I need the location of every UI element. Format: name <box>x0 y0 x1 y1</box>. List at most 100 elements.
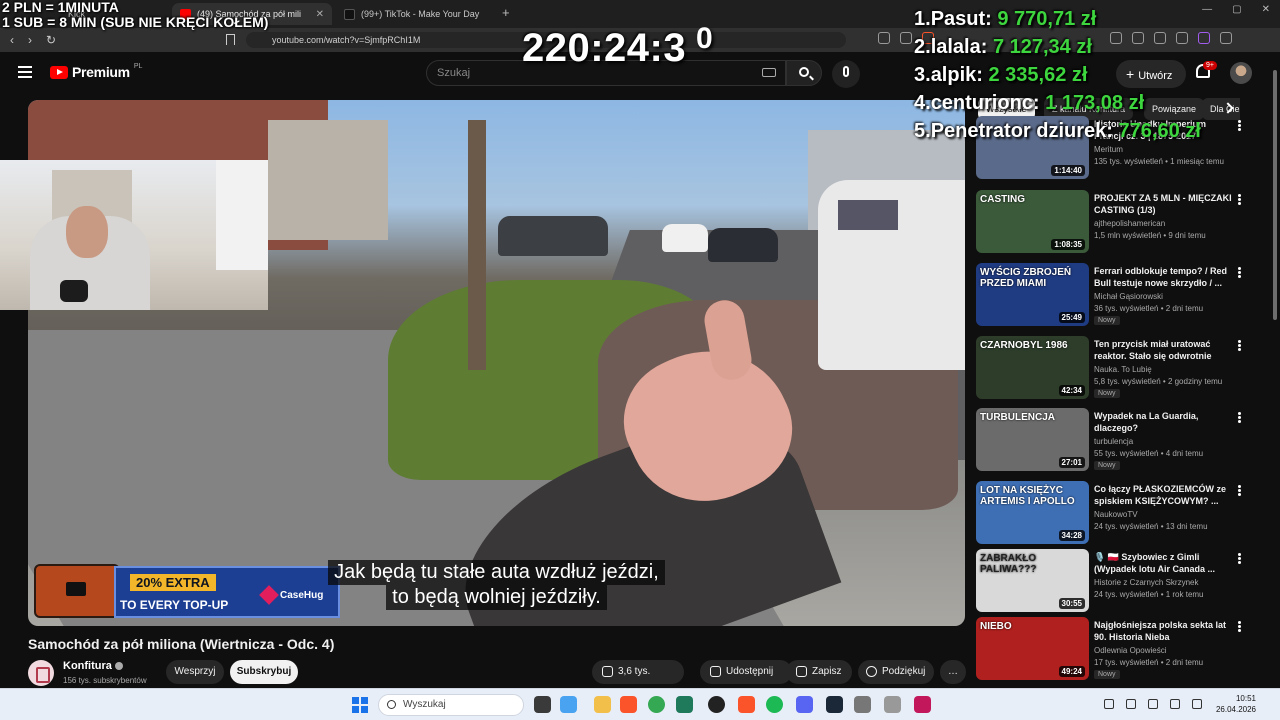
forward-icon[interactable]: › <box>28 33 32 47</box>
webcam-fridge <box>216 160 268 270</box>
recommendation-item[interactable]: LOT NA KSIĘŻYC ARTEMIS I APOLLO 34:28 Co ł… <box>976 481 1272 547</box>
hamburger-menu-icon[interactable] <box>18 66 32 78</box>
recommendation-channel[interactable]: Historie z Czarnych Skrzynek <box>1094 578 1198 587</box>
clock-date: 26.04.2026 <box>1215 705 1256 714</box>
recommendation-title[interactable]: PROJEKT ZA 5 MLN - MIĘCZAKI CASTING (1/3… <box>1094 192 1232 216</box>
recommendation-thumbnail[interactable]: CASTING 1:08:35 <box>976 190 1089 253</box>
windows-start-icon[interactable] <box>352 697 368 713</box>
recommendation-thumbnail[interactable]: LOT NA KSIĘŻYC ARTEMIS I APOLLO 34:28 <box>976 481 1089 544</box>
video-scene-tree <box>468 120 486 370</box>
chrome-icon[interactable] <box>648 696 665 713</box>
recommendation-stats: 24 tys. wyświetleń • 13 dni temu <box>1094 522 1208 531</box>
youtube-logo[interactable]: Premium PL <box>50 63 142 80</box>
recommendation-item[interactable]: NIEBO 49:24 Najgłośniejsza polska sekta la… <box>976 617 1272 683</box>
recommendation-thumbnail[interactable]: WYŚCIG ZBROJEŃ PRZED MIAMI 25:49 <box>976 263 1089 326</box>
recommendation-item[interactable]: CASTING 1:08:35 PROJEKT ZA 5 MLN - MIĘCZAK… <box>976 190 1272 256</box>
mic-icon <box>843 66 849 77</box>
share-button[interactable]: Udostępnij <box>700 660 792 684</box>
recommendation-item[interactable]: TURBULENCJA 27:01 Wypadek na La Guardia, d… <box>976 408 1272 474</box>
tab-tiktok[interactable]: (99+) TikTok - Make Your Day <box>336 3 496 25</box>
discord-icon[interactable] <box>796 696 813 713</box>
recommendation-item[interactable]: ZABRAKŁO PALIWA??? 30:55 🎙️ 🇵🇱 Szybowiec z… <box>976 549 1272 615</box>
leaderboard-row: 4.centurionc: 1 173,08 zł <box>914 92 1145 114</box>
copilot-icon[interactable] <box>560 696 577 713</box>
recommendation-channel[interactable]: Nauka. To Lubię <box>1094 365 1152 374</box>
leaderboard-row: 5.Penetrator dziurek: 776,60 zł <box>914 120 1201 142</box>
recommendation-title[interactable]: 🎙️ 🇵🇱 Szybowiec z Gimli (Wypadek lotu Ai… <box>1094 551 1232 575</box>
recommendation-channel[interactable]: Michał Gąsiorowski <box>1094 292 1163 301</box>
thumbnail-text: TURBULENCJA <box>980 412 1055 423</box>
recommendation-thumbnail[interactable]: TURBULENCJA 27:01 <box>976 408 1089 471</box>
new-badge: Nowy <box>1094 316 1120 325</box>
subscribe-button[interactable]: Subskrybuj <box>230 660 298 684</box>
cast-icon[interactable] <box>878 32 890 44</box>
recommendation-title[interactable]: Ten przycisk miał uratować reaktor. Stał… <box>1094 338 1232 362</box>
recommendation-channel[interactable]: ajthepolishamerican <box>1094 219 1165 228</box>
recommendation-thumbnail[interactable]: ZABRAKŁO PALIWA??? 30:55 <box>976 549 1089 612</box>
more-options-icon[interactable] <box>1238 267 1241 270</box>
thanks-button[interactable]: Podziękuj <box>858 660 934 684</box>
save-button[interactable]: Zapisz <box>786 660 852 684</box>
bookmark-icon[interactable] <box>226 34 235 45</box>
keyboard-icon[interactable] <box>762 68 776 77</box>
system-clock[interactable]: 10:51 26.04.2026 <box>1214 693 1256 715</box>
voice-search-button[interactable] <box>832 60 860 88</box>
settings-gear-icon[interactable] <box>854 696 871 713</box>
tab-close-icon[interactable]: ✕ <box>316 9 324 20</box>
more-actions-button[interactable]: … <box>940 660 966 684</box>
more-options-icon[interactable] <box>1238 621 1241 624</box>
file-explorer-icon[interactable] <box>594 696 611 713</box>
reload-icon[interactable]: ↻ <box>46 33 56 47</box>
taskbar-search-input[interactable]: Wyszukaj <box>378 694 524 716</box>
search-button[interactable] <box>786 60 822 86</box>
obs-icon[interactable] <box>708 696 725 713</box>
recommendation-channel[interactable]: NaukowoTV <box>1094 510 1138 519</box>
support-button[interactable]: Wesprzyj <box>166 660 224 684</box>
new-tab-plus-icon[interactable]: + <box>502 5 510 20</box>
recommendation-channel[interactable]: turbulencja <box>1094 437 1133 446</box>
recommendation-item[interactable]: WYŚCIG ZBROJEŃ PRZED MIAMI 25:49 Ferrari o… <box>976 263 1272 329</box>
new-badge: Nowy <box>1094 670 1120 679</box>
app-a-icon[interactable] <box>914 696 931 713</box>
more-options-icon[interactable] <box>1238 485 1241 488</box>
new-badge: Nowy <box>1094 461 1120 470</box>
tray-chevron-icon[interactable] <box>1104 699 1114 709</box>
channel-name[interactable]: Konfitura <box>63 660 123 672</box>
new-badge: Nowy <box>1094 389 1120 398</box>
task-view-icon[interactable] <box>534 696 551 713</box>
spotify-icon[interactable] <box>766 696 783 713</box>
recommendation-item[interactable]: CZARNOBYL 1986 42:34 Ten przycisk miał ura… <box>976 336 1272 402</box>
video-scene-car <box>498 216 608 256</box>
mic-tray-icon[interactable] <box>1148 699 1158 709</box>
recommendation-title[interactable]: Ferrari odblokuje tempo? / Red Bull test… <box>1094 265 1232 289</box>
more-options-icon[interactable] <box>1238 194 1241 197</box>
more-options-icon[interactable] <box>1238 340 1241 343</box>
volume-icon[interactable] <box>1192 699 1202 709</box>
recommendation-channel[interactable]: Odlewnia Opowieści <box>1094 646 1166 655</box>
brave-browser-icon[interactable] <box>620 696 637 713</box>
video-duration: 27:01 <box>1058 457 1085 468</box>
calculator-icon[interactable] <box>884 696 901 713</box>
back-icon[interactable]: ‹ <box>10 33 14 47</box>
recommendation-thumbnail[interactable]: CZARNOBYL 1986 42:34 <box>976 336 1089 399</box>
recommendation-thumbnail[interactable]: NIEBO 49:24 <box>976 617 1089 680</box>
share-icon <box>710 665 721 677</box>
video-duration: 30:55 <box>1058 598 1085 609</box>
like-button[interactable]: 3,6 tys. <box>592 660 684 684</box>
leaderboard-row: 2.lalala: 7 127,34 zł <box>914 36 1092 58</box>
recommendation-title[interactable]: Co łączy PŁASKOZIEMCÓW ze spiskiem KSIĘŻ… <box>1094 483 1232 507</box>
edit-icon[interactable] <box>900 32 912 44</box>
brave-active-icon[interactable] <box>738 696 755 713</box>
video-duration: 1:08:35 <box>1051 239 1085 250</box>
wifi-icon[interactable] <box>1170 699 1180 709</box>
more-options-icon[interactable] <box>1238 412 1241 415</box>
streamer-webcam <box>0 160 268 310</box>
webcam-head <box>66 206 108 258</box>
app-icon[interactable] <box>676 696 693 713</box>
network-icon[interactable] <box>1126 699 1136 709</box>
more-options-icon[interactable] <box>1238 553 1241 556</box>
recommendation-title[interactable]: Wypadek na La Guardia, dlaczego? <box>1094 410 1232 434</box>
recommendation-title[interactable]: Najgłośniejsza polska sekta lat 90. Hist… <box>1094 619 1232 643</box>
channel-avatar[interactable] <box>28 660 54 686</box>
steam-icon[interactable] <box>826 696 843 713</box>
